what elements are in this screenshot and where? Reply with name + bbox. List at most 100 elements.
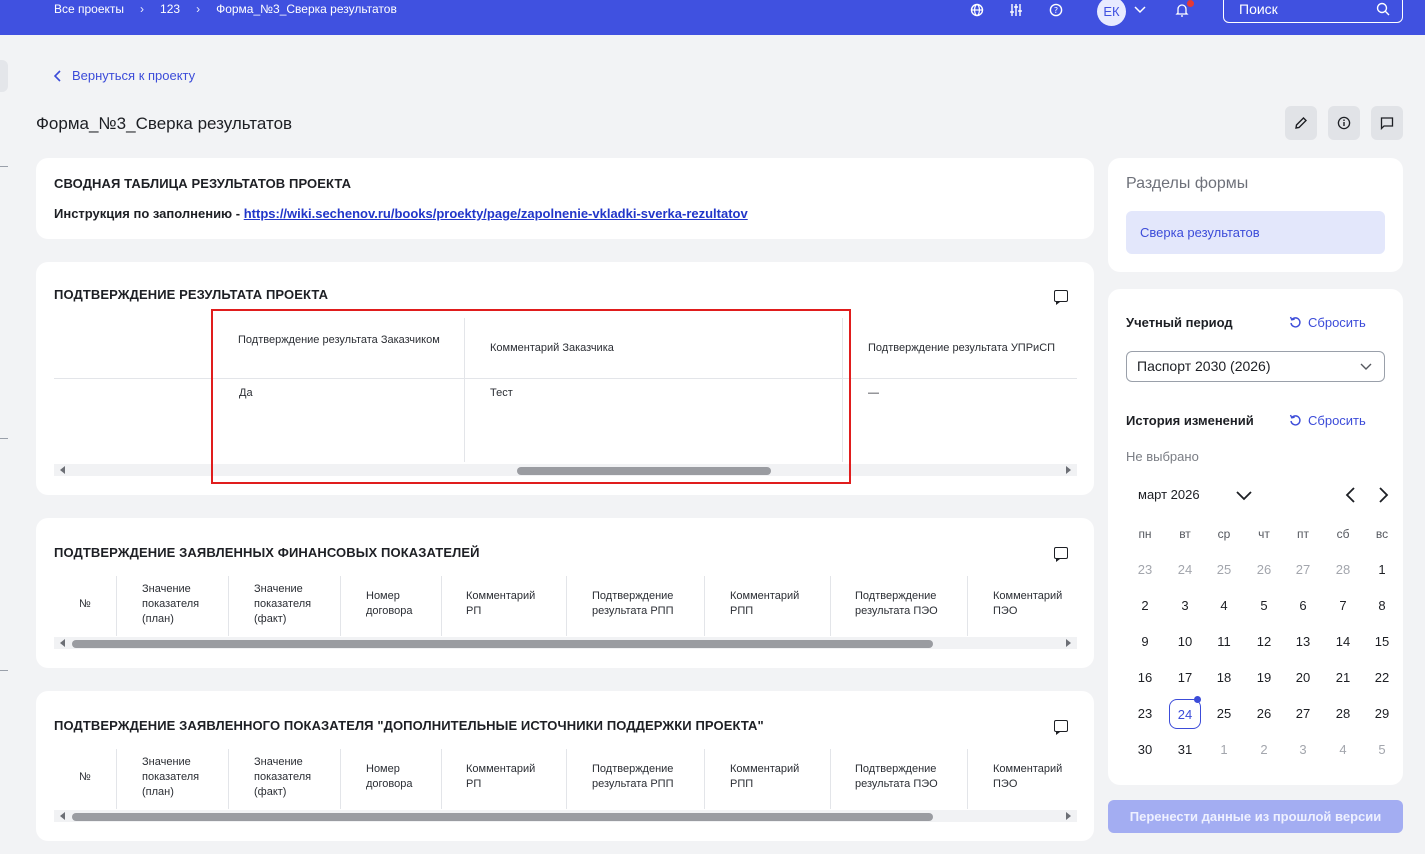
history-reset-button[interactable]: Сбросить [1289, 413, 1366, 428]
comment-icon[interactable] [1054, 290, 1068, 305]
horizontal-scrollbar[interactable] [54, 637, 1077, 649]
scrollbar-thumb[interactable] [72, 640, 933, 648]
calendar-day[interactable]: 5 [1366, 735, 1398, 765]
calendar-day-today[interactable]: 24 [1169, 699, 1201, 729]
calendar-day[interactable]: 25 [1208, 555, 1240, 585]
horizontal-scrollbar[interactable] [54, 810, 1077, 822]
search-input[interactable]: Поиск [1223, 0, 1403, 23]
calendar-day[interactable]: 26 [1248, 555, 1280, 585]
instruction-link[interactable]: https://wiki.sechenov.ru/books/proekty/p… [244, 206, 748, 221]
scroll-right-arrow-icon[interactable] [1066, 812, 1071, 820]
reset-icon [1289, 316, 1301, 328]
calendar-day[interactable]: 26 [1248, 699, 1280, 729]
calendar-day[interactable]: 20 [1287, 663, 1319, 693]
comment-icon[interactable] [1054, 720, 1068, 735]
scroll-left-arrow-icon[interactable] [60, 466, 65, 474]
breadcrumb-project[interactable]: 123 [160, 2, 180, 16]
section-item-reconciliation[interactable]: Сверка результатов [1126, 211, 1385, 254]
col-header-peo-confirm: Подтверждение результата ПЭО [855, 590, 938, 617]
edit-icon [1295, 117, 1307, 129]
breadcrumb-all-projects[interactable]: Все проекты [54, 2, 124, 16]
calendar-day[interactable]: 1 [1366, 555, 1398, 585]
divider [566, 576, 567, 636]
divider [0, 438, 8, 439]
edit-button[interactable] [1285, 106, 1317, 140]
copy-previous-version-button[interactable]: Перенести данные из прошлой версии [1108, 800, 1403, 833]
calendar-day[interactable]: 2 [1248, 735, 1280, 765]
period-reset-button[interactable]: Сбросить [1289, 315, 1366, 330]
scrollbar-thumb[interactable] [72, 813, 933, 821]
calendar-day[interactable]: 25 [1208, 699, 1240, 729]
month-label: март 2026 [1138, 487, 1200, 502]
calendar-day[interactable]: 22 [1366, 663, 1398, 693]
calendar-day[interactable]: 23 [1129, 555, 1161, 585]
calendar-day[interactable]: 15 [1366, 627, 1398, 657]
calendar-day[interactable]: 28 [1327, 555, 1359, 585]
divider [967, 576, 968, 636]
period-select[interactable]: Паспорт 2030 (2026) [1126, 351, 1385, 382]
back-to-project-link[interactable]: Вернуться к проекту [54, 68, 195, 83]
divider [0, 166, 8, 167]
additional-title: ПОДТВЕРЖДЕНИЕ ЗАЯВЛЕННОГО ПОКАЗАТЕЛЯ "ДО… [54, 718, 764, 733]
divider [0, 670, 8, 671]
calendar-day[interactable]: 3 [1287, 735, 1319, 765]
calendar-day[interactable]: 7 [1327, 591, 1359, 621]
calendar-day[interactable]: 4 [1208, 591, 1240, 621]
avatar[interactable]: ЕК [1097, 0, 1126, 26]
calendar-day[interactable]: 30 [1129, 735, 1161, 765]
calendar-day[interactable]: 19 [1248, 663, 1280, 693]
col-header-plan: Значение показателя (план) [142, 583, 200, 625]
cell-upr-confirm: — [868, 387, 879, 399]
calendar-day[interactable]: 21 [1327, 663, 1359, 693]
info-button[interactable] [1328, 106, 1360, 140]
calendar-day[interactable]: 18 [1208, 663, 1240, 693]
calendar-day[interactable]: 27 [1287, 699, 1319, 729]
globe-icon[interactable] [967, 0, 987, 20]
comment-icon [1380, 117, 1394, 130]
col-header-plan: Значение показателя (план) [142, 756, 200, 798]
calendar-day[interactable]: 1 [1208, 735, 1240, 765]
scroll-left-arrow-icon[interactable] [60, 812, 65, 820]
calendar-day[interactable]: 2 [1129, 591, 1161, 621]
comment-icon[interactable] [1054, 547, 1068, 562]
prev-month-chevron-left-icon[interactable] [1345, 487, 1355, 503]
calendar-day[interactable]: 8 [1366, 591, 1398, 621]
calendar-day[interactable]: 28 [1327, 699, 1359, 729]
calendar-day[interactable]: 9 [1129, 627, 1161, 657]
scroll-left-arrow-icon[interactable] [60, 639, 65, 647]
scroll-right-arrow-icon[interactable] [1066, 639, 1071, 647]
calendar-day[interactable]: 13 [1287, 627, 1319, 657]
calendar-day[interactable]: 27 [1287, 555, 1319, 585]
calendar-day[interactable]: 11 [1208, 627, 1240, 657]
back-link-label: Вернуться к проекту [72, 68, 196, 83]
col-header-rp-comment: Комментарий РП [466, 590, 536, 617]
sliders-icon[interactable] [1006, 0, 1026, 20]
scroll-right-arrow-icon[interactable] [1066, 466, 1071, 474]
divider [116, 749, 117, 809]
calendar-day[interactable]: 14 [1327, 627, 1359, 657]
calendar-day[interactable]: 16 [1129, 663, 1161, 693]
calendar-day[interactable]: 3 [1169, 591, 1201, 621]
chevron-left-icon [54, 69, 61, 82]
help-icon[interactable]: ? [1046, 0, 1066, 20]
divider [228, 576, 229, 636]
calendar-day[interactable]: 17 [1169, 663, 1201, 693]
col-header-number: № [79, 771, 91, 783]
calendar-day[interactable]: 29 [1366, 699, 1398, 729]
col-header-contract: Номер договора [366, 590, 413, 617]
calendar-day[interactable]: 6 [1287, 591, 1319, 621]
page-title: Форма_№3_Сверка результатов [36, 114, 293, 133]
next-month-chevron-right-icon[interactable] [1379, 487, 1389, 503]
calendar-day[interactable]: 24 [1169, 555, 1201, 585]
notification-badge [1187, 0, 1194, 7]
comments-button[interactable] [1371, 106, 1403, 140]
calendar-day[interactable]: 23 [1129, 699, 1161, 729]
calendar-day[interactable]: 5 [1248, 591, 1280, 621]
calendar-day[interactable]: 10 [1169, 627, 1201, 657]
month-dropdown-chevron-icon[interactable] [1236, 491, 1252, 501]
calendar-day[interactable]: 12 [1248, 627, 1280, 657]
calendar-day[interactable]: 31 [1169, 735, 1201, 765]
sidebar-toggle[interactable] [0, 60, 8, 92]
chevron-down-icon[interactable] [1130, 0, 1150, 20]
calendar-day[interactable]: 4 [1327, 735, 1359, 765]
